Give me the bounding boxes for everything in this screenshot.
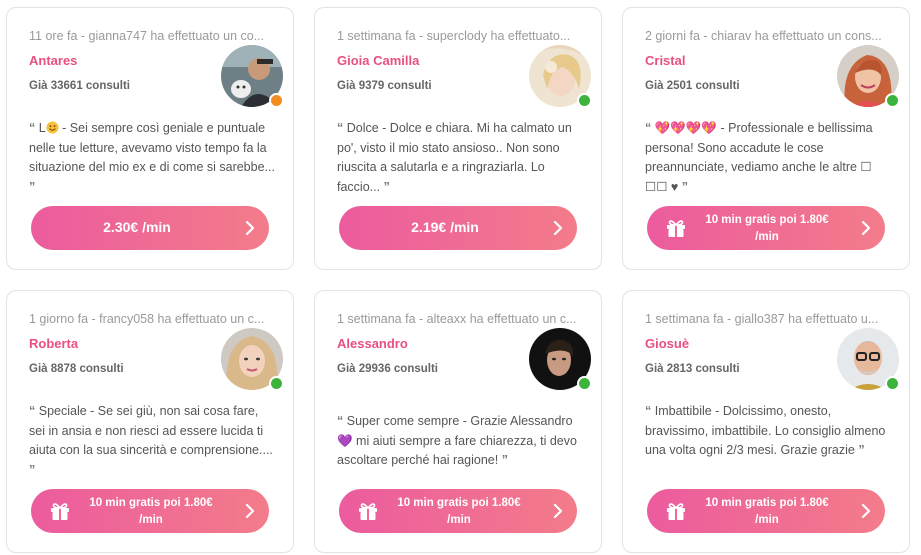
chevron-right-icon bbox=[245, 503, 255, 519]
advisor-name[interactable]: Alessandro bbox=[337, 336, 408, 351]
call-price-button[interactable]: 2.19€ /min bbox=[339, 206, 577, 250]
consult-count: Già 9379 consulti bbox=[337, 80, 432, 92]
chevron-right-icon bbox=[861, 503, 871, 519]
gift-icon bbox=[667, 503, 685, 520]
last-consult-info: 2 giorni fa - chiarav ha effettuato un c… bbox=[645, 29, 882, 43]
status-indicator-busy bbox=[269, 93, 284, 108]
advisor-name[interactable]: Roberta bbox=[29, 336, 78, 351]
advisor-card-alessandro[interactable]: 1 settimana fa - alteaxx ha effettuato u… bbox=[314, 290, 602, 553]
last-consult-info: 1 settimana fa - giallo387 ha effettuato… bbox=[645, 312, 879, 326]
review-text: “ 💖💖💖💖 - Professionale e bellissima pers… bbox=[645, 121, 873, 194]
advisor-name[interactable]: Gioia Camilla bbox=[337, 53, 419, 68]
gift-icon bbox=[667, 220, 685, 237]
last-consult-info: 11 ore fa - gianna747 ha effettuato un c… bbox=[29, 29, 265, 43]
status-indicator-online bbox=[577, 93, 592, 108]
advisor-card-cristal[interactable]: 2 giorni fa - chiarav ha effettuato un c… bbox=[622, 7, 910, 270]
free-minutes-button[interactable]: 10 min gratis poi 1.80€ /min bbox=[647, 206, 885, 250]
consult-count: Già 2501 consulti bbox=[645, 80, 740, 92]
status-indicator-online bbox=[577, 376, 592, 391]
advisor-name[interactable]: Antares bbox=[29, 53, 77, 68]
review-text: “ Speciale - Se sei giù, non sai cosa fa… bbox=[29, 404, 273, 477]
smiley-icon bbox=[46, 121, 59, 134]
advisor-card-antares[interactable]: 11 ore fa - gianna747 ha effettuato un c… bbox=[6, 7, 294, 270]
advisor-name[interactable]: Cristal bbox=[645, 53, 685, 68]
consult-count: Già 29936 consulti bbox=[337, 363, 438, 375]
review-text: “ Super come sempre - Grazie Alessandro … bbox=[337, 414, 577, 467]
last-consult-info: 1 settimana fa - superclody ha effettuat… bbox=[337, 29, 571, 43]
review-text: “ L - Sei sempre così geniale e puntuale… bbox=[29, 121, 275, 194]
chevron-right-icon bbox=[553, 220, 563, 236]
status-indicator-online bbox=[885, 376, 900, 391]
advisor-name[interactable]: Giosuè bbox=[645, 336, 689, 351]
consult-count: Già 2813 consulti bbox=[645, 363, 740, 375]
chevron-right-icon bbox=[861, 220, 871, 236]
free-minutes-button[interactable]: 10 min gratis poi 1.80€ /min bbox=[31, 489, 269, 533]
consult-count: Già 8878 consulti bbox=[29, 363, 124, 375]
advisor-card-giosue[interactable]: 1 settimana fa - giallo387 ha effettuato… bbox=[622, 290, 910, 553]
free-minutes-button[interactable]: 10 min gratis poi 1.80€ /min bbox=[647, 489, 885, 533]
advisor-card-gioia-camilla[interactable]: 1 settimana fa - superclody ha effettuat… bbox=[314, 7, 602, 270]
free-minutes-button[interactable]: 10 min gratis poi 1.80€ /min bbox=[339, 489, 577, 533]
chevron-right-icon bbox=[553, 503, 563, 519]
advisor-card-roberta[interactable]: 1 giorno fa - francy058 ha effettuato un… bbox=[6, 290, 294, 553]
review-text: “ Imbattibile - Dolcissimo, onesto, brav… bbox=[645, 404, 886, 457]
call-price-button[interactable]: 2.30€ /min bbox=[31, 206, 269, 250]
advisor-grid: 11 ore fa - gianna747 ha effettuato un c… bbox=[0, 0, 921, 555]
last-consult-info: 1 settimana fa - alteaxx ha effettuato u… bbox=[337, 312, 577, 326]
gift-icon bbox=[359, 503, 377, 520]
chevron-right-icon bbox=[245, 220, 255, 236]
status-indicator-online bbox=[269, 376, 284, 391]
last-consult-info: 1 giorno fa - francy058 ha effettuato un… bbox=[29, 312, 265, 326]
review-text: “ Dolce - Dolce e chiara. Mi ha calmato … bbox=[337, 121, 572, 194]
gift-icon bbox=[51, 503, 69, 520]
status-indicator-online bbox=[885, 93, 900, 108]
consult-count: Già 33661 consulti bbox=[29, 80, 130, 92]
